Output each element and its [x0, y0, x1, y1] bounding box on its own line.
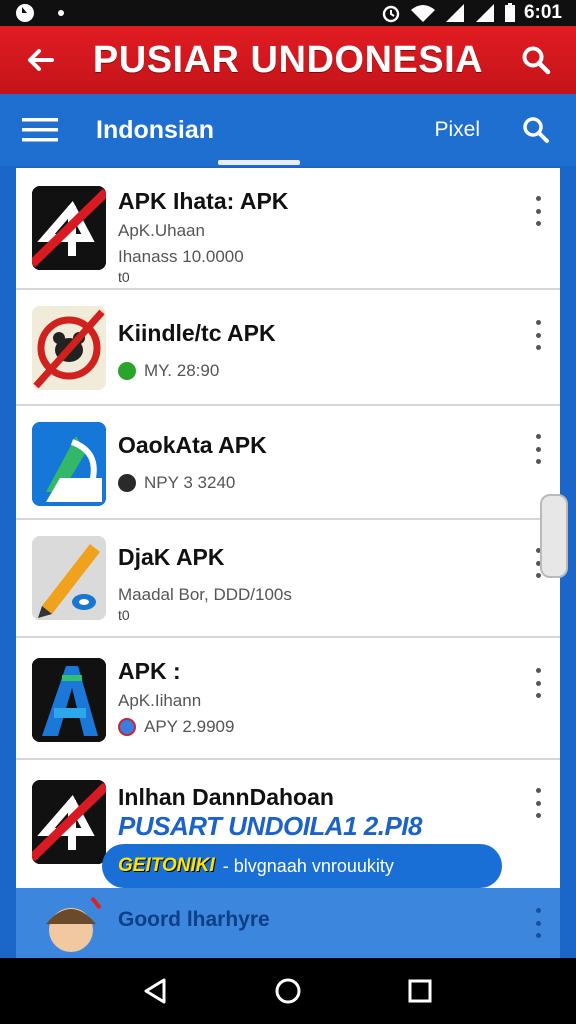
app-title: APK : [118, 658, 181, 684]
app-rating: NPY 3 3240 [144, 473, 236, 492]
signal-icon [445, 4, 464, 22]
promo-text: - blvgnaah vnrouukity [222, 855, 394, 876]
blue-a-icon [32, 658, 106, 742]
scrollbar-thumb[interactable] [540, 494, 568, 578]
more-dot [535, 920, 541, 926]
more-options-button[interactable] [530, 908, 546, 938]
back-button[interactable] [18, 38, 62, 82]
app-subtitle: ApK.Uhaan [118, 221, 205, 240]
app-title: APK Ihata: APK [118, 188, 289, 214]
more-dot [535, 446, 541, 452]
green-badge-icon [118, 362, 136, 380]
search-icon [523, 117, 549, 143]
more-dot [535, 320, 541, 325]
notification-dot-icon [58, 10, 64, 16]
dark-badge-icon [118, 474, 136, 492]
more-dot [535, 196, 541, 201]
more-options-button[interactable] [530, 788, 546, 818]
more-dot [535, 908, 541, 913]
app-version: Ihanass 10.0000 [118, 247, 244, 266]
home-nav-button[interactable] [263, 966, 313, 1016]
app-title: PUSIAR UNDONESIA [92, 38, 484, 81]
blue-arrow-icon [32, 422, 106, 506]
promo-banner[interactable]: GEITONIKI - blvgnaah vnrouukity [102, 844, 502, 888]
app-list: APK Ihata: APK ApK.Uhaan Ihanass 10.0000… [16, 168, 560, 958]
status-bar: 6:01 [0, 0, 576, 26]
more-dot [535, 693, 541, 698]
app-bar: PUSIAR UNDONESIA [0, 26, 576, 94]
more-dot [535, 332, 541, 338]
back-arrow-icon [28, 49, 54, 71]
wifi-icon [410, 5, 435, 22]
more-options-button[interactable] [530, 196, 546, 226]
more-options-button[interactable] [530, 668, 546, 698]
more-dot [535, 434, 541, 439]
broken-badge-icon [32, 780, 106, 864]
status-time: 6:01 [523, 2, 562, 23]
tab-indicator [218, 160, 300, 165]
back-nav-button[interactable] [131, 966, 181, 1016]
app-rating: APY 2.9909 [144, 717, 235, 736]
toolbar: Indonsian Pixel [0, 94, 576, 166]
list-item[interactable]: OaokAta APK NPY 3 3240 [16, 406, 560, 520]
toolbar-title: Indonsian [96, 115, 215, 144]
app-title: OaokAta APK [118, 432, 267, 458]
navigation-bar [0, 958, 576, 1024]
hamburger-menu-icon [22, 118, 58, 142]
more-dot [535, 788, 541, 793]
no-bear-icon [32, 306, 106, 390]
app-title: Inlhan DannDahoan [118, 784, 334, 810]
more-dot [535, 345, 541, 350]
more-dot [535, 800, 541, 806]
search-icon [522, 46, 551, 75]
list-item[interactable]: Kiindle/tc APK MY. 28:90 [16, 290, 560, 406]
search-button[interactable] [514, 38, 558, 82]
pencil-icon [32, 536, 106, 620]
battery-icon [504, 3, 515, 22]
alarm-icon [382, 5, 400, 23]
app-title: DjaK APK [118, 544, 225, 570]
list-item[interactable]: APK Ihata: APK ApK.Uhaan Ihanass 10.0000… [16, 168, 560, 290]
more-options-button[interactable] [530, 320, 546, 350]
list-item[interactable]: DjaK APK Maadal Bor, DDD/100s t0 [16, 520, 560, 638]
back-triangle-icon [144, 978, 166, 1004]
app-meta: t0 [118, 269, 130, 285]
broken-badge-icon [32, 186, 106, 270]
more-dot [535, 573, 541, 578]
app-notification-icon [16, 4, 34, 22]
more-dot [535, 668, 541, 673]
signal2-icon [475, 4, 494, 22]
more-dot [535, 208, 541, 214]
list-item[interactable]: APK : ApK.Iihann APY 2.9909 [16, 638, 560, 760]
recents-square-icon [408, 979, 432, 1003]
app-subtitle: ApK.Iihann [118, 691, 202, 710]
avatar-icon [46, 896, 102, 952]
pixel-tab[interactable]: Pixel [434, 118, 480, 142]
avatar-badge-icon [118, 718, 136, 736]
app-rating: MY. 28:90 [144, 361, 220, 380]
menu-button[interactable] [20, 110, 60, 150]
promo-badge: GEITONIKI [118, 855, 215, 876]
more-dot [535, 680, 541, 686]
toolbar-search-button[interactable] [516, 110, 556, 150]
promo-heading: PUSART UNDOILA1 2.PI8 [118, 811, 422, 841]
app-meta: t0 [118, 607, 130, 623]
more-dot [535, 813, 541, 818]
more-dot [535, 933, 541, 938]
faded-item-title: Goord lharhyre [118, 908, 270, 931]
app-title: Kiindle/tc APK [118, 320, 276, 346]
recents-nav-button[interactable] [395, 966, 445, 1016]
more-dot [535, 221, 541, 226]
more-dot [535, 459, 541, 464]
more-options-button[interactable] [530, 434, 546, 464]
app-subtitle: Maadal Bor, DDD/100s [118, 585, 292, 604]
home-circle-icon [275, 978, 301, 1004]
faded-list-item[interactable]: Goord lharhyre [16, 888, 560, 958]
